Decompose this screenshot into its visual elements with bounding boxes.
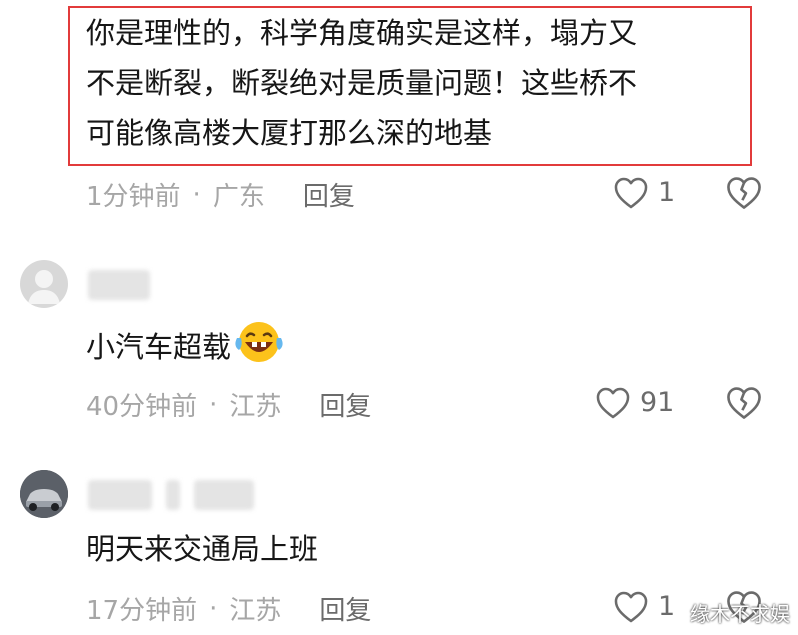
blurred-username[interactable] [88,480,152,510]
blurred-username-part [166,480,180,510]
like-count: 91 [640,386,675,418]
comment-text-line-2: 不是断裂，断裂绝对是质量问题！这些桥不 [86,66,638,100]
avatar[interactable] [20,260,68,308]
broken-heart-icon [727,177,761,209]
comment-text-line-1: 你是理性的，科学角度确实是这样，塌方又 [86,16,638,50]
heart-outline-icon [614,177,648,209]
blurred-username-part [194,480,254,510]
like-count: 1 [658,176,676,208]
comment-meta: 1分钟前 · 广东 回复 [86,176,355,213]
comment-text-content: 小汽车超载 [86,330,232,364]
separator-dot: · [209,389,218,420]
laughing-tears-emoji [233,320,285,378]
comment-text: 小汽车超载 [86,320,285,378]
like-button[interactable]: 1 [612,174,675,210]
like-button[interactable]: 1 [612,588,675,624]
comment-time: 1分钟前 [86,182,181,212]
like-count: 1 [658,590,676,622]
reply-button[interactable]: 回复 [319,590,371,627]
reply-button[interactable]: 回复 [303,176,355,213]
heart-outline-icon [596,387,630,419]
separator-dot: · [209,593,218,624]
dislike-button[interactable] [724,384,764,424]
heart-outline-icon [614,591,648,623]
comment-time: 17分钟前 [86,596,198,626]
watermark: 缘木不求娱 [690,602,790,626]
avatar[interactable] [20,470,68,518]
like-button[interactable]: 91 [594,384,674,420]
comment-text-line-3: 可能像高楼大厦打那么深的地基 [86,116,493,150]
comment-region: 江苏 [229,596,282,626]
comment-region: 江苏 [229,392,282,422]
comment-text: 明天来交通局上班 [86,532,319,566]
dislike-button[interactable] [724,174,764,214]
comment-meta: 17分钟前 · 江苏 回复 [86,590,371,627]
default-avatar-icon [28,270,60,304]
reply-button[interactable]: 回复 [319,386,371,423]
blurred-username[interactable] [88,270,150,300]
broken-heart-icon [727,387,761,419]
comment-meta: 40分钟前 · 江苏 回复 [86,386,371,423]
comment-region: 广东 [212,182,265,212]
car-avatar-icon [20,470,68,518]
separator-dot: · [192,179,201,210]
comment-time: 40分钟前 [86,392,198,422]
